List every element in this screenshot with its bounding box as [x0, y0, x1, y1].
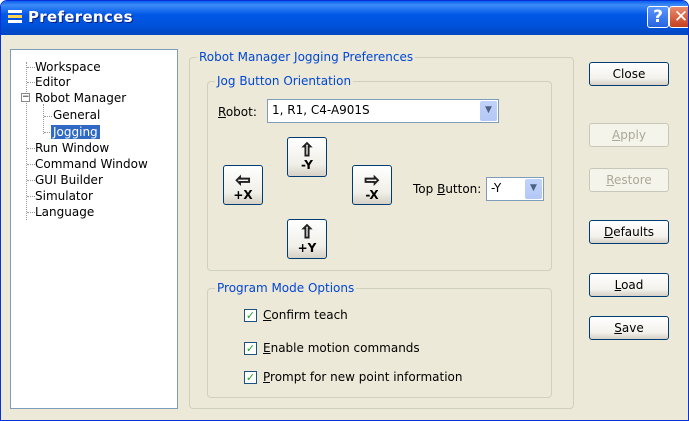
save-button[interactable]: Save: [589, 316, 669, 340]
help-icon: ?: [653, 7, 663, 27]
tree-item-jogging[interactable]: Jogging: [51, 125, 100, 139]
collapse-icon[interactable]: −: [21, 93, 30, 102]
tree-item-workspace[interactable]: Workspace: [35, 60, 101, 74]
jog-plus-x-button[interactable]: ⇦ +X: [223, 165, 263, 205]
program-mode-title: Program Mode Options: [215, 281, 357, 295]
jog-plus-y-button[interactable]: ⇧ +Y: [287, 219, 327, 259]
window-title: Preferences: [28, 8, 133, 26]
jog-minus-y-button[interactable]: ⇧ -Y: [287, 137, 327, 177]
chevron-down-icon[interactable]: ▼: [525, 179, 542, 199]
arrow-up-icon: ⇧: [299, 222, 315, 243]
enable-motion-commands-checkbox[interactable]: ✓: [244, 342, 257, 355]
checkmark-icon: ✓: [245, 309, 256, 322]
close-button[interactable]: Close: [589, 62, 669, 86]
robot-label: Robot:: [218, 105, 257, 119]
jog-minus-x-button[interactable]: ⇨ -X: [352, 165, 392, 205]
tree-item-command-window[interactable]: Command Window: [35, 157, 148, 171]
checkmark-icon: ✓: [245, 371, 256, 384]
jog-orientation-title: Jog Button Orientation: [215, 74, 354, 88]
checkmark-icon: ✓: [245, 342, 256, 355]
apply-button[interactable]: Apply: [589, 123, 669, 147]
close-window-button[interactable]: ✕: [669, 6, 689, 28]
top-button-label: Top Button:: [413, 182, 482, 196]
preferences-window: Preferences ? ✕ Workspace Editor − Robot…: [0, 0, 689, 421]
confirm-teach-checkbox[interactable]: ✓: [244, 309, 257, 322]
help-button[interactable]: ?: [647, 6, 669, 28]
tree-item-general[interactable]: General: [53, 108, 100, 122]
tree-item-gui-builder[interactable]: GUI Builder: [35, 173, 103, 187]
top-button-select[interactable]: -Y ▼: [486, 177, 544, 201]
tree-item-run-window[interactable]: Run Window: [35, 141, 109, 155]
prompt-new-point-checkbox[interactable]: ✓: [244, 371, 257, 384]
restore-button[interactable]: Restore: [589, 168, 669, 192]
jogging-preferences-title: Robot Manager Jogging Preferences: [197, 50, 416, 64]
enable-motion-commands-label[interactable]: Enable motion commands: [263, 341, 420, 355]
close-icon: ✕: [673, 7, 689, 27]
load-button[interactable]: Load: [589, 273, 669, 297]
preferences-icon: [8, 10, 22, 26]
prompt-new-point-label[interactable]: Prompt for new point information: [263, 370, 462, 384]
tree-item-robot-manager[interactable]: Robot Manager: [35, 91, 126, 105]
tree-item-editor[interactable]: Editor: [35, 75, 71, 89]
defaults-button[interactable]: Defaults: [589, 220, 669, 244]
robot-select[interactable]: 1, R1, C4-A901S ▼: [267, 99, 499, 123]
chevron-down-icon[interactable]: ▼: [480, 101, 497, 121]
tree-item-language[interactable]: Language: [35, 205, 94, 219]
title-bar[interactable]: Preferences ? ✕: [1, 1, 689, 35]
confirm-teach-label[interactable]: Confirm teach: [263, 308, 348, 322]
preferences-tree[interactable]: Workspace Editor − Robot Manager General…: [10, 49, 178, 409]
tree-item-simulator[interactable]: Simulator: [35, 189, 93, 203]
